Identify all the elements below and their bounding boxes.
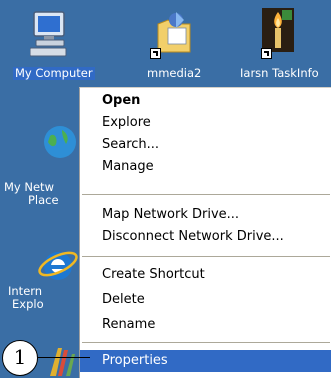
mmedia2-label: mmedia2 [147, 66, 202, 80]
callout-number-badge: 1 [2, 340, 38, 376]
network-globe-icon [44, 126, 76, 158]
computer-icon [30, 11, 67, 57]
shortcut-arrow-icon [150, 48, 161, 59]
shortcut-arrow-icon [261, 48, 272, 59]
ie-label-line2: Explo [12, 297, 44, 311]
taskinfo-label: Iarsn TaskInfo [240, 66, 319, 80]
menu-item-explore[interactable]: Explore [80, 112, 331, 134]
internet-explorer-icon[interactable]: Intern Explo [0, 230, 79, 330]
menu-item-map-network-drive[interactable]: Map Network Drive... [80, 204, 331, 226]
menu-item-manage[interactable]: Manage [80, 156, 331, 178]
callout-pointer-line [38, 357, 90, 358]
menu-item-disconnect-network-drive[interactable]: Disconnect Network Drive... [80, 226, 331, 248]
menu-separator [82, 194, 330, 195]
my-computer-icon[interactable]: My Computer [0, 0, 95, 86]
taskinfo-icon[interactable]: Iarsn TaskInfo [224, 0, 331, 86]
context-menu: Open Explore Search... Manage Map Networ… [79, 87, 331, 378]
my-network-label-line2: Place [28, 193, 59, 207]
menu-item-properties[interactable]: Properties [80, 350, 331, 372]
menu-item-create-shortcut[interactable]: Create Shortcut [80, 264, 331, 286]
my-computer-label: My Computer [13, 66, 95, 80]
menu-item-open[interactable]: Open [80, 90, 331, 112]
menu-separator [82, 256, 330, 257]
menu-item-rename[interactable]: Rename [80, 314, 331, 336]
app-icon-partial [44, 340, 80, 378]
menu-item-search[interactable]: Search... [80, 134, 331, 156]
mmedia2-icon[interactable]: mmedia2 [136, 0, 216, 86]
menu-item-delete[interactable]: Delete [80, 289, 331, 311]
my-network-places-icon[interactable]: My Netw Place [0, 110, 79, 210]
ie-logo-icon [38, 251, 78, 280]
menu-separator [82, 342, 330, 343]
